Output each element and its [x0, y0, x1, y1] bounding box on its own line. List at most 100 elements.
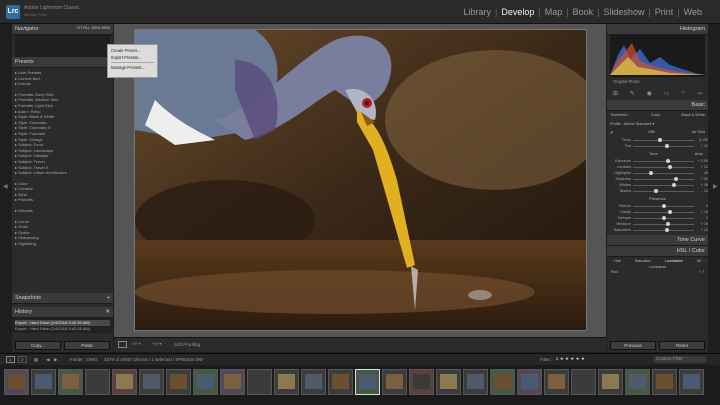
filmstrip-thumbnail[interactable]: [58, 369, 83, 395]
module-print[interactable]: Print: [653, 7, 676, 17]
treatment-bw[interactable]: Black & White: [681, 113, 705, 117]
filmstrip-thumbnail[interactable]: [463, 369, 488, 395]
preset-item[interactable]: ▸ Vignetting: [15, 241, 110, 247]
navigator-preview[interactable]: [15, 35, 110, 57]
slider-saturation[interactable]: Saturation + 10: [607, 227, 708, 233]
slider-knob[interactable]: [666, 159, 671, 163]
presets-header[interactable]: Presets+: [12, 57, 113, 68]
slider-track[interactable]: [633, 204, 694, 208]
slider-track[interactable]: [633, 216, 694, 220]
filmstrip-thumbnail[interactable]: [355, 369, 380, 395]
wb-eyedropper-icon[interactable]: ✐: [610, 130, 613, 135]
copy-button[interactable]: Copy...: [15, 341, 61, 350]
before-after-icon[interactable]: Y|Y ▾: [152, 341, 161, 346]
filmstrip-thumbnail[interactable]: [85, 369, 110, 395]
slider-value[interactable]: + 12: [694, 144, 708, 148]
slider-value[interactable]: + 38: [694, 183, 708, 187]
filmstrip-thumbnail[interactable]: [166, 369, 191, 395]
slider-value[interactable]: 5,150: [694, 138, 708, 142]
filmstrip-thumbnail[interactable]: [598, 369, 623, 395]
hsl-header[interactable]: HSL / Color: [607, 246, 708, 257]
filmstrip-thumbnail[interactable]: [247, 369, 272, 395]
treatment-color[interactable]: Color: [651, 113, 660, 117]
filmstrip-thumbnail[interactable]: [139, 369, 164, 395]
filmstrip-thumbnail[interactable]: [31, 369, 56, 395]
filmstrip-thumbnail[interactable]: [490, 369, 515, 395]
tab-luminance[interactable]: Luminance: [665, 259, 683, 263]
slider-track[interactable]: [633, 138, 694, 142]
paste-button[interactable]: Paste: [64, 341, 110, 350]
filmstrip-thumbnail[interactable]: [544, 369, 569, 395]
crop-tool-icon[interactable]: ⊞: [613, 90, 618, 97]
filmstrip-thumbnail[interactable]: [274, 369, 299, 395]
wb-select[interactable]: As Shot: [692, 130, 705, 135]
slider-track[interactable]: [633, 189, 694, 193]
tab-hue[interactable]: Hue: [614, 259, 621, 263]
filmstrip-thumbnail[interactable]: [409, 369, 434, 395]
page-1-button[interactable]: 1: [6, 356, 15, 363]
rating-filter[interactable]: ≥ ★ ★ ★ ★ ★: [556, 356, 585, 362]
spot-removal-icon[interactable]: ✎: [630, 90, 635, 97]
navigator-header[interactable]: Navigator FIT FILL 100% 200%: [12, 24, 113, 35]
filmstrip-thumbnail[interactable]: [679, 369, 704, 395]
module-web[interactable]: Web: [682, 7, 704, 17]
slider-value[interactable]: + 40: [694, 177, 708, 181]
slider-knob[interactable]: [665, 228, 670, 232]
snapshots-header[interactable]: Snapshots +: [12, 293, 113, 304]
module-library[interactable]: Library: [461, 7, 493, 17]
module-develop[interactable]: Develop: [499, 7, 536, 17]
slider-knob[interactable]: [667, 210, 672, 214]
reset-button[interactable]: Reset: [659, 341, 705, 350]
slider-knob[interactable]: [664, 144, 669, 148]
slider-knob[interactable]: [666, 222, 671, 226]
filmstrip-thumbnail[interactable]: [382, 369, 407, 395]
slider-track[interactable]: [633, 222, 694, 226]
filmstrip-thumbnail[interactable]: [652, 369, 677, 395]
filmstrip-thumbnail[interactable]: [193, 369, 218, 395]
radial-filter-icon[interactable]: ○: [681, 90, 685, 96]
slider-value[interactable]: + 10: [694, 228, 708, 232]
history-item[interactable]: Export - Hard Drive (2/4/2018 9:42:28 AM…: [15, 326, 110, 332]
slider-value[interactable]: 0: [694, 216, 708, 220]
filmstrip-thumbnail[interactable]: [301, 369, 326, 395]
filmstrip-thumbnail[interactable]: [436, 369, 461, 395]
back-arrow-icon[interactable]: ◀: [46, 357, 49, 363]
slider-knob[interactable]: [661, 216, 666, 220]
graduated-filter-icon[interactable]: ▭: [664, 90, 670, 97]
module-slideshow[interactable]: Slideshow: [601, 7, 646, 17]
histogram[interactable]: [610, 35, 705, 77]
slider-value[interactable]: - 24: [694, 189, 708, 193]
slider-track[interactable]: [633, 144, 694, 148]
tone-curve-header[interactable]: Tone Curve: [607, 235, 708, 246]
filmstrip-thumbnail[interactable]: [328, 369, 353, 395]
slider-knob[interactable]: [661, 204, 666, 208]
left-panel-toggle-icon[interactable]: ◀: [3, 183, 8, 190]
page-2-button[interactable]: 2: [18, 356, 27, 363]
menu-import-presets[interactable]: Import Presets...: [111, 54, 154, 61]
folder-label[interactable]: Folder : DWO: [70, 357, 98, 362]
slider-value[interactable]: 0: [694, 204, 708, 208]
filmstrip-thumbnail[interactable]: [4, 369, 29, 395]
soft-proofing-label[interactable]: Soft Proofing: [174, 342, 200, 347]
slider-value[interactable]: + 22: [694, 165, 708, 169]
basic-header[interactable]: Basic: [607, 100, 708, 111]
module-book[interactable]: Book: [571, 7, 596, 17]
menu-manage-presets[interactable]: Manage Presets...: [111, 64, 154, 71]
right-panel-toggle-icon[interactable]: ▶: [713, 183, 718, 190]
slider-knob[interactable]: [673, 177, 678, 181]
compare-view-icon[interactable]: XY ▾: [132, 341, 140, 346]
tab-all[interactable]: All: [697, 259, 701, 263]
slider-track[interactable]: [633, 159, 694, 163]
slider-track[interactable]: [633, 171, 694, 175]
brush-icon[interactable]: ⊸: [697, 90, 702, 97]
slider-knob[interactable]: [658, 138, 663, 142]
auto-button[interactable]: Auto: [695, 151, 703, 156]
slider-track[interactable]: [633, 177, 694, 181]
filmstrip-thumbnail[interactable]: [517, 369, 542, 395]
tab-saturation[interactable]: Saturation: [635, 259, 651, 263]
slider-knob[interactable]: [649, 171, 654, 175]
menu-create-preset[interactable]: Create Preset...: [111, 47, 154, 54]
loupe-view-icon[interactable]: [118, 341, 127, 348]
slider-track[interactable]: [633, 228, 694, 232]
custom-filter-select[interactable]: Custom Filter: [654, 356, 706, 363]
